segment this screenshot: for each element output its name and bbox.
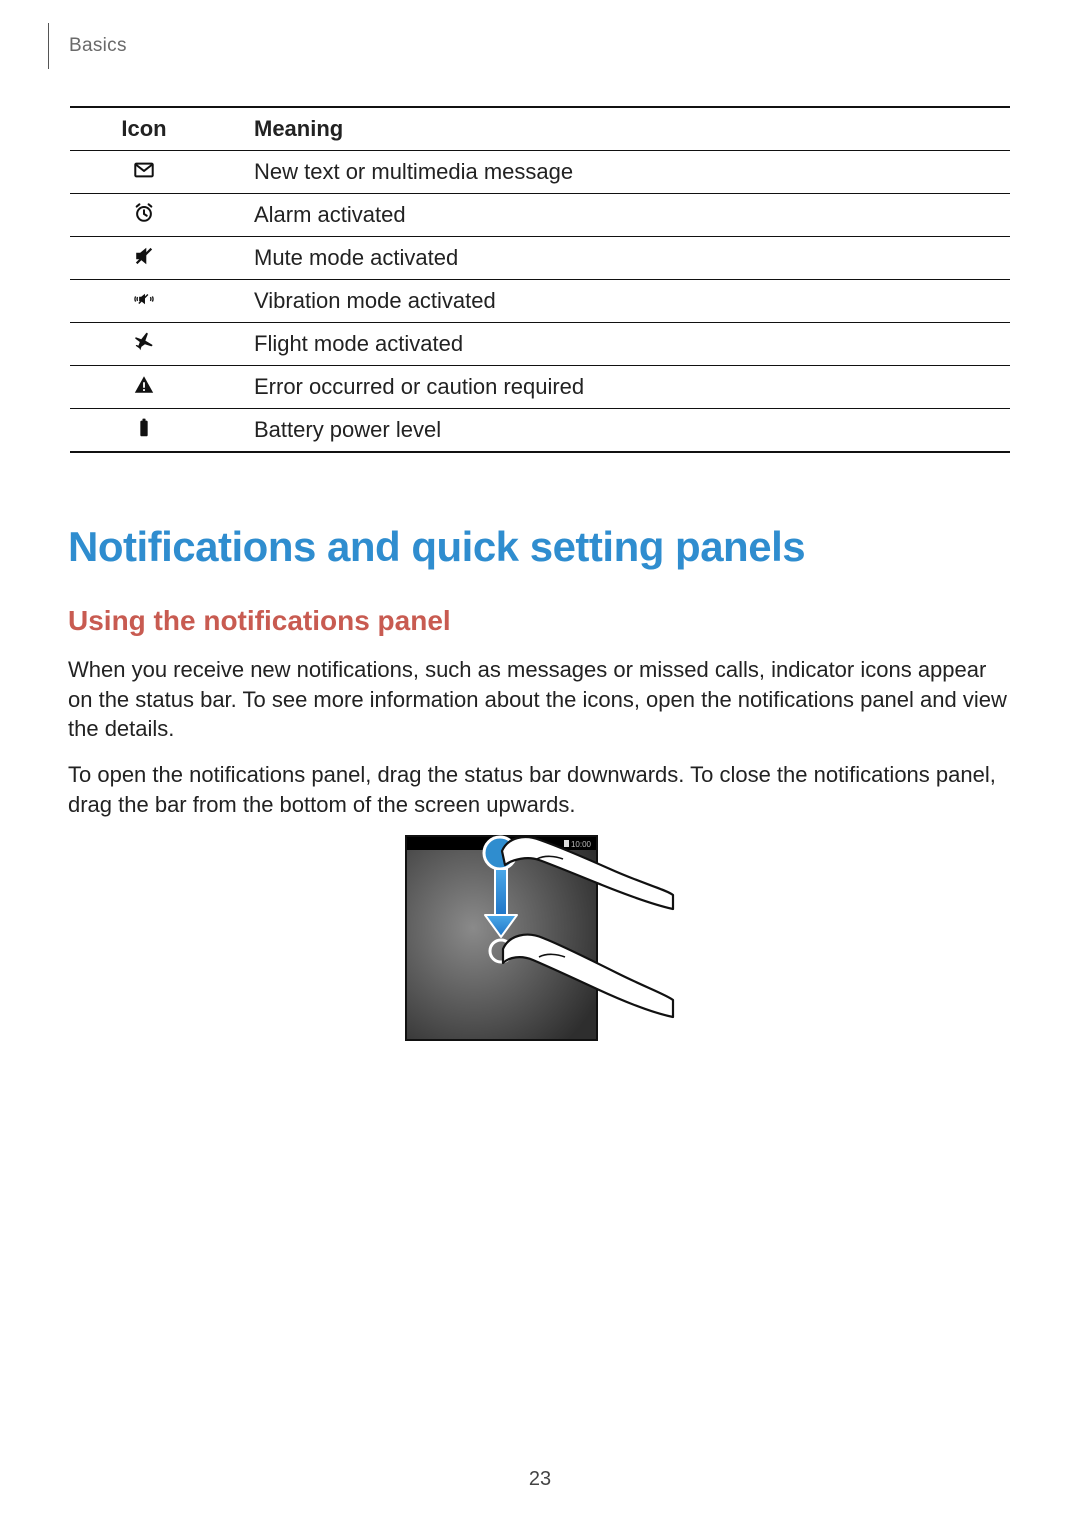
section-heading: Notifications and quick setting panels bbox=[68, 523, 1012, 571]
table-cell-icon bbox=[70, 409, 230, 453]
table-cell-icon bbox=[70, 151, 230, 194]
alarm-icon bbox=[131, 200, 157, 226]
table-cell-meaning: Alarm activated bbox=[230, 194, 1010, 237]
table-cell-meaning: Mute mode activated bbox=[230, 237, 1010, 280]
message-icon bbox=[131, 157, 157, 183]
page-number: 23 bbox=[0, 1468, 1080, 1491]
table-row: Vibration mode activated bbox=[70, 280, 1010, 323]
manual-page: Basics Icon Meaning bbox=[0, 0, 1080, 1527]
running-head-rule bbox=[48, 23, 49, 69]
table-row: Battery power level bbox=[70, 409, 1010, 453]
table-row: Mute mode activated bbox=[70, 237, 1010, 280]
table-row: New text or multimedia message bbox=[70, 151, 1010, 194]
page-content: Icon Meaning New text or multimedia bbox=[68, 106, 1012, 1041]
table-cell-icon bbox=[70, 366, 230, 409]
table-cell-icon bbox=[70, 194, 230, 237]
table-cell-icon bbox=[70, 237, 230, 280]
table-cell-meaning: Flight mode activated bbox=[230, 323, 1010, 366]
table-cell-meaning: Error occurred or caution required bbox=[230, 366, 1010, 409]
table-row: Alarm activated bbox=[70, 194, 1010, 237]
table-cell-meaning: New text or multimedia message bbox=[230, 151, 1010, 194]
illustration-container: 10:00 bbox=[68, 835, 1012, 1041]
table-header-icon: Icon bbox=[70, 107, 230, 151]
table-row: Flight mode activated bbox=[70, 323, 1010, 366]
warning-icon bbox=[131, 372, 157, 398]
status-icon-table: Icon Meaning New text or multimedia bbox=[70, 106, 1010, 453]
table-header-row: Icon Meaning bbox=[70, 107, 1010, 151]
illustration-status-time: 10:00 bbox=[571, 840, 592, 849]
table-cell-meaning: Vibration mode activated bbox=[230, 280, 1010, 323]
table-header-meaning: Meaning bbox=[230, 107, 1010, 151]
table-cell-icon bbox=[70, 280, 230, 323]
table-row: Error occurred or caution required bbox=[70, 366, 1010, 409]
table-cell-meaning: Battery power level bbox=[230, 409, 1010, 453]
subsection-heading: Using the notifications panel bbox=[68, 605, 1012, 637]
battery-icon bbox=[131, 415, 157, 441]
mute-icon bbox=[131, 243, 157, 269]
running-head: Basics bbox=[48, 22, 127, 70]
vibration-icon bbox=[127, 286, 161, 312]
body-paragraph: To open the notifications panel, drag th… bbox=[68, 760, 1012, 819]
running-head-label: Basics bbox=[69, 35, 127, 57]
airplane-icon bbox=[131, 329, 157, 355]
body-paragraph: When you receive new notifications, such… bbox=[68, 655, 1012, 744]
swipe-down-illustration: 10:00 bbox=[405, 835, 675, 1041]
table-cell-icon bbox=[70, 323, 230, 366]
